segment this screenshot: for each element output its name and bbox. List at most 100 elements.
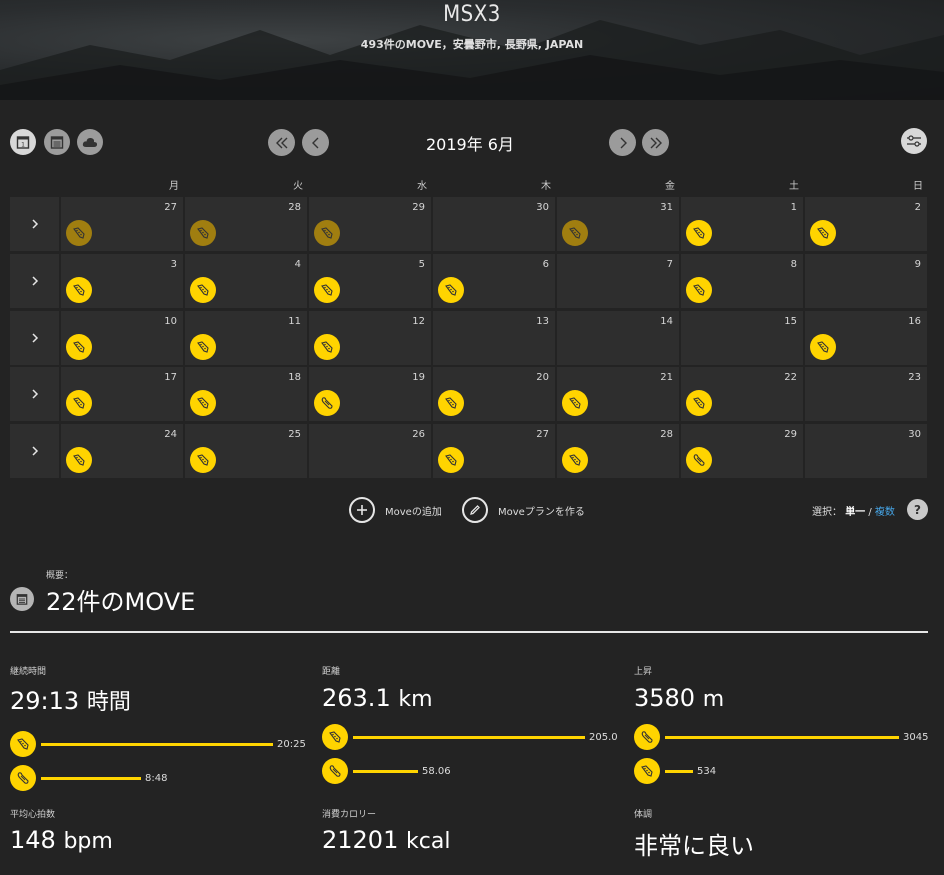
distance-number: 263.1 [322,684,391,712]
heart-rate-label: 平均心拍数 [10,810,56,820]
calendar-day[interactable]: 7 [557,254,679,308]
run-activity-icon[interactable] [438,390,464,416]
calendar-day[interactable]: 27 [61,197,183,251]
expand-week-button[interactable] [10,254,59,308]
chevron-right-icon [31,446,38,456]
double-chevron-left-icon[interactable] [268,129,295,156]
calendar-day[interactable]: 19 [309,367,431,421]
run-activity-icon[interactable] [438,447,464,473]
expand-week-button[interactable] [10,424,59,478]
run-activity-icon[interactable] [66,334,92,360]
calendar-day[interactable]: 28 [185,197,307,251]
help-icon[interactable]: ? [907,499,928,520]
run-activity-icon[interactable] [66,277,92,303]
select-multi-option[interactable]: 複数 [875,507,895,518]
calendar-day[interactable]: 31 [557,197,679,251]
calendar-day[interactable]: 27 [433,424,555,478]
calendar-day[interactable]: 12 [309,311,431,365]
calendar-day[interactable]: 16 [805,311,927,365]
calendar-day[interactable]: 10 [61,311,183,365]
weekday-header: 水 [417,181,427,192]
calendar-day[interactable]: 25 [185,424,307,478]
run-activity-icon[interactable] [190,277,216,303]
calendar-day[interactable]: 20 [433,367,555,421]
calendar-day[interactable]: 13 [433,311,555,365]
expand-week-button[interactable] [10,311,59,365]
shoe-activity-icon[interactable] [314,390,340,416]
day-number: 4 [294,259,301,270]
run-activity-icon[interactable] [686,277,712,303]
run-activity-icon[interactable] [562,390,588,416]
run-activity-icon[interactable] [810,220,836,246]
run-activity-icon[interactable] [66,447,92,473]
add-move-button[interactable]: Moveの追加 [349,497,442,523]
calendar-day[interactable]: 3 [61,254,183,308]
calendar-day[interactable]: 2 [805,197,927,251]
calories-number: 21201 [322,826,399,854]
breakdown-bar [665,735,899,739]
run-activity-icon[interactable] [562,220,588,246]
calendar-day[interactable]: 11 [185,311,307,365]
calendar-day-icon[interactable]: 1 [10,129,36,155]
day-number: 7 [666,259,673,270]
run-activity-icon[interactable] [686,220,712,246]
calendar-day[interactable]: 5 [309,254,431,308]
day-number: 28 [660,429,673,440]
calendar-day[interactable]: 8 [681,254,803,308]
filter-sliders-icon[interactable] [901,128,927,154]
day-number: 1 [790,202,797,213]
day-number: 18 [288,372,301,383]
calendar-day[interactable]: 30 [433,197,555,251]
run-activity-icon[interactable] [66,390,92,416]
shoe-activity-icon[interactable] [686,447,712,473]
chevron-left-icon[interactable] [302,129,329,156]
run-activity-icon[interactable] [686,390,712,416]
distance-value: 263.1 km [322,684,433,712]
calendar-day[interactable]: 15 [681,311,803,365]
calendar-day[interactable]: 1 [681,197,803,251]
run-activity-icon[interactable] [314,220,340,246]
calendar-day[interactable]: 29 [681,424,803,478]
run-activity-icon[interactable] [810,334,836,360]
run-activity-icon[interactable] [190,334,216,360]
run-activity-icon[interactable] [314,277,340,303]
selection-mode: 選択： 単一 / 複数 [812,503,895,518]
calendar-day[interactable]: 23 [805,367,927,421]
day-number: 2 [914,202,921,213]
day-number: 15 [784,316,797,327]
device-summary: 493件のMOVE，安曇野市, 長野県, JAPAN [360,38,584,51]
double-chevron-right-icon[interactable] [642,129,669,156]
expand-week-button[interactable] [10,197,59,251]
calendar-day[interactable]: 14 [557,311,679,365]
run-activity-icon[interactable] [190,220,216,246]
calendar-day[interactable]: 24 [61,424,183,478]
expand-week-button[interactable] [10,367,59,421]
calendar-list-icon[interactable] [44,129,70,155]
run-activity-icon[interactable] [562,447,588,473]
run-activity-icon[interactable] [66,220,92,246]
calendar-day[interactable]: 26 [309,424,431,478]
run-activity-icon[interactable] [438,277,464,303]
day-number: 29 [412,202,425,213]
ascent-label: 上昇 [634,667,653,677]
select-single-option[interactable]: 単一 [845,507,865,518]
calendar-day[interactable]: 29 [309,197,431,251]
calendar-day[interactable]: 4 [185,254,307,308]
make-plan-button[interactable]: Moveプランを作る [462,497,585,523]
run-activity-icon[interactable] [314,334,340,360]
cloud-icon[interactable] [77,129,103,155]
calendar-day[interactable]: 6 [433,254,555,308]
run-activity-icon[interactable] [190,447,216,473]
breakdown-value: 58.06 [422,765,451,777]
calendar-day[interactable]: 9 [805,254,927,308]
calendar-day[interactable]: 30 [805,424,927,478]
plus-icon [349,497,375,523]
calendar-day[interactable]: 22 [681,367,803,421]
calendar-day[interactable]: 21 [557,367,679,421]
calendar-day[interactable]: 17 [61,367,183,421]
run-activity-icon[interactable] [190,390,216,416]
calendar-day[interactable]: 28 [557,424,679,478]
calendar-day[interactable]: 18 [185,367,307,421]
day-number: 26 [412,429,425,440]
chevron-right-icon[interactable] [609,129,636,156]
